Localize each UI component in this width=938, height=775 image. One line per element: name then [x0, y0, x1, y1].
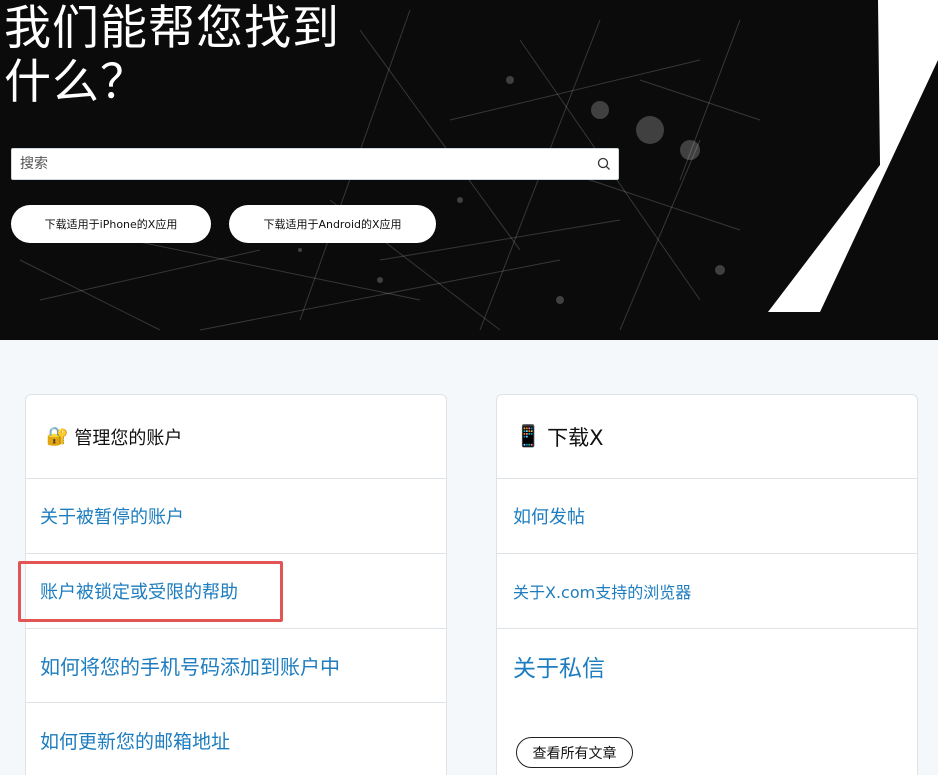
download-android-app-button[interactable]: 下载适用于Android的X应用	[229, 205, 436, 243]
download-x-card: 📱 下载X 如何发帖 关于X.com支持的浏览器 关于私信 查看所有文章	[496, 394, 918, 775]
page-title: 我们能帮您找到 什么？	[4, 2, 340, 110]
card-header: 📱 下载X	[497, 395, 917, 479]
card-title: 管理您的账户	[74, 427, 183, 449]
page-title-line2: 什么？	[4, 55, 148, 110]
card-title: 下载X	[547, 425, 604, 450]
lock-key-icon: 🔐	[46, 426, 69, 447]
card-header: 🔐 管理您的账户	[26, 395, 446, 479]
x-chevron-logo	[768, 0, 938, 312]
link-about-dms[interactable]: 关于私信	[497, 628, 917, 703]
link-how-to-post[interactable]: 如何发帖	[497, 479, 917, 554]
view-all-articles-button[interactable]: 查看所有文章	[516, 737, 633, 768]
link-supported-browsers[interactable]: 关于X.com支持的浏览器	[497, 554, 917, 629]
download-iphone-app-button[interactable]: 下载适用于iPhone的X应用	[11, 205, 211, 243]
search-icon[interactable]	[596, 156, 612, 172]
search-input[interactable]	[12, 149, 582, 179]
page-title-line1: 我们能帮您找到	[4, 1, 340, 56]
link-update-email[interactable]: 如何更新您的邮箱地址	[26, 703, 446, 775]
mobile-phone-icon: 📱	[515, 424, 542, 448]
search-box	[11, 148, 619, 180]
highlight-box	[18, 561, 283, 622]
hero-banner: 我们能帮您找到 什么？ 下载适用于iPhone的X应用 下载适用于Android…	[0, 0, 938, 340]
link-suspended-accounts[interactable]: 关于被暂停的账户	[26, 479, 446, 554]
link-add-phone-number[interactable]: 如何将您的手机号码添加到账户中	[26, 628, 446, 703]
